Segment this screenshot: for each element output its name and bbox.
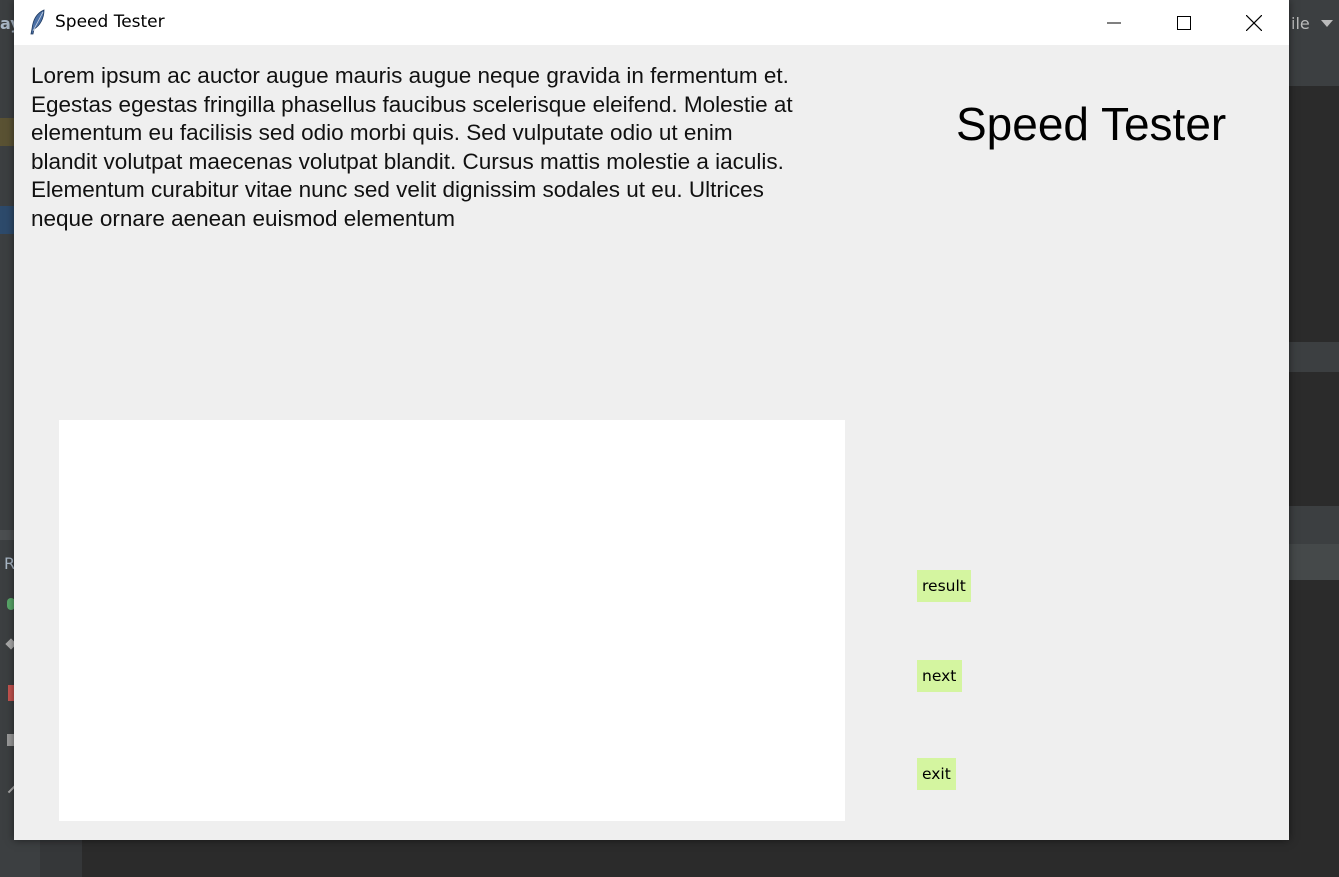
background-highlight	[0, 118, 14, 146]
minimize-icon	[1107, 22, 1121, 23]
close-icon	[1246, 14, 1262, 31]
sample-text: Lorem ipsum ac auctor augue mauris augue…	[31, 63, 793, 231]
exit-button[interactable]: exit	[917, 758, 956, 790]
maximize-button[interactable]	[1150, 0, 1218, 45]
title-bar[interactable]: Speed Tester	[14, 0, 1289, 45]
background-right-band-4	[1289, 544, 1339, 580]
app-window: Speed Tester Lorem ipsum ac auctor augue…	[14, 0, 1289, 840]
chevron-down-icon	[1321, 20, 1333, 27]
background-selection	[0, 206, 14, 234]
background-right-band	[1289, 48, 1339, 86]
app-heading: Speed Tester	[956, 98, 1227, 150]
background-right-band-3	[1289, 506, 1339, 544]
feather-icon	[30, 9, 45, 35]
background-gutter	[40, 840, 82, 877]
background-right-editor	[1289, 86, 1339, 342]
next-button[interactable]: next	[917, 660, 962, 692]
minimize-button[interactable]	[1080, 0, 1148, 45]
maximize-icon	[1177, 15, 1191, 30]
background-right-band-2	[1289, 342, 1339, 372]
background-divider	[0, 530, 14, 540]
typing-input[interactable]	[59, 420, 845, 821]
background-right-toolbar: ile	[1289, 0, 1339, 48]
window-title: Speed Tester	[55, 12, 165, 32]
close-button[interactable]	[1220, 0, 1288, 45]
app-client-area: Lorem ipsum ac auctor augue mauris augue…	[14, 45, 1289, 840]
result-button[interactable]: result	[917, 570, 971, 602]
background-right-text: ile	[1291, 14, 1310, 33]
